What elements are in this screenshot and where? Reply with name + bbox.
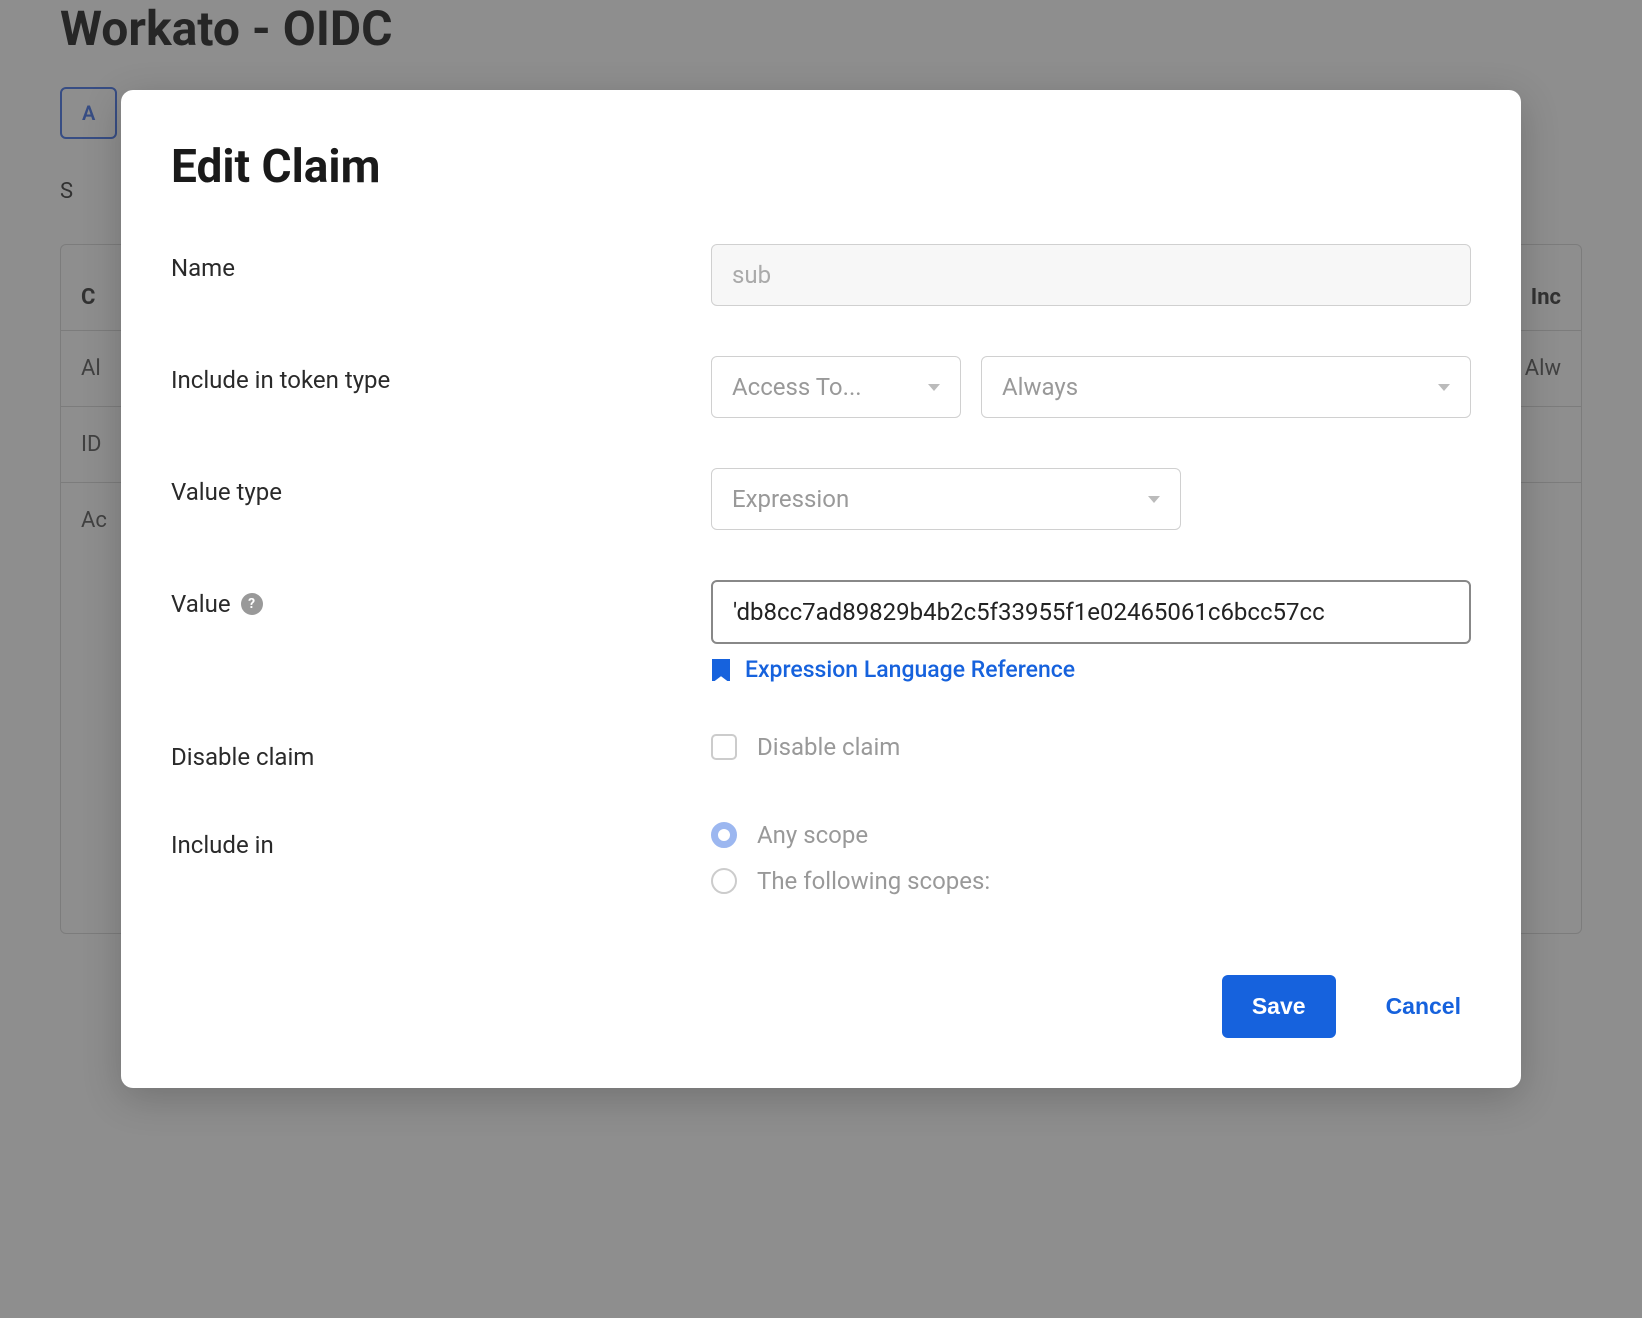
token-type-value: Access To... xyxy=(732,373,862,401)
expression-reference-link[interactable]: Expression Language Reference xyxy=(711,656,1471,683)
token-type-select[interactable]: Access To... xyxy=(711,356,961,418)
radio-any-scope-label: Any scope xyxy=(757,821,868,849)
radio-following-scopes-label: The following scopes: xyxy=(757,867,990,895)
cancel-button[interactable]: Cancel xyxy=(1376,975,1471,1038)
label-include-token: Include in token type xyxy=(171,356,711,394)
label-disable-claim: Disable claim xyxy=(171,733,711,771)
form-row-include-in: Include in Any scope The following scope… xyxy=(171,821,1471,895)
disable-claim-checkbox-label: Disable claim xyxy=(757,733,900,761)
include-in-radio-group: Any scope The following scopes: xyxy=(711,821,1471,895)
label-value: Value ? xyxy=(171,580,711,618)
form-row-value: Value ? 'db8cc7ad89829b4b2c5f33955f1e024… xyxy=(171,580,1471,683)
value-input[interactable]: 'db8cc7ad89829b4b2c5f33955f1e02465061c6b… xyxy=(711,580,1471,644)
modal-overlay: Edit Claim Name sub Include in token typ… xyxy=(0,0,1642,1318)
form-row-value-type: Value type Expression xyxy=(171,468,1471,530)
radio-any-scope[interactable] xyxy=(711,822,737,848)
chevron-down-icon xyxy=(1438,384,1450,391)
form-row-disable-claim: Disable claim Disable claim xyxy=(171,733,1471,771)
modal-title: Edit Claim xyxy=(171,140,1471,194)
save-button[interactable]: Save xyxy=(1222,975,1336,1038)
radio-following-scopes[interactable] xyxy=(711,868,737,894)
label-value-type: Value type xyxy=(171,468,711,506)
expression-reference-text: Expression Language Reference xyxy=(745,656,1075,683)
label-name: Name xyxy=(171,244,711,282)
modal-footer: Save Cancel xyxy=(171,975,1471,1038)
chevron-down-icon xyxy=(928,384,940,391)
label-value-text: Value xyxy=(171,590,231,618)
edit-claim-modal: Edit Claim Name sub Include in token typ… xyxy=(121,90,1521,1088)
name-input[interactable]: sub xyxy=(711,244,1471,306)
label-include-in: Include in xyxy=(171,821,711,859)
token-when-select[interactable]: Always xyxy=(981,356,1471,418)
help-icon[interactable]: ? xyxy=(241,593,263,615)
token-when-value: Always xyxy=(1002,373,1078,401)
value-type-value: Expression xyxy=(732,485,849,513)
form-row-token-type: Include in token type Access To... Alway… xyxy=(171,356,1471,418)
disable-claim-checkbox[interactable] xyxy=(711,734,737,760)
chevron-down-icon xyxy=(1148,496,1160,503)
form-row-name: Name sub xyxy=(171,244,1471,306)
value-type-select[interactable]: Expression xyxy=(711,468,1181,530)
bookmark-icon xyxy=(711,659,731,681)
